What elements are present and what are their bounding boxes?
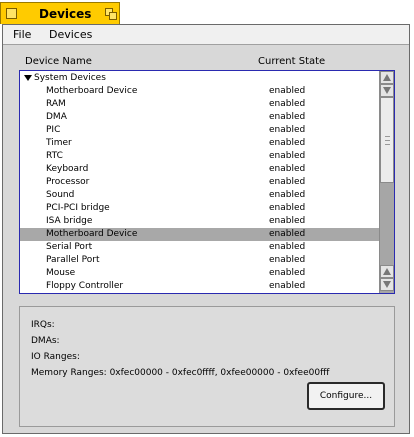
menu-bar: File Devices [3,25,409,45]
device-name: Sound [46,190,75,200]
device-state: enabled [269,138,306,148]
device-name: Timer [46,138,72,148]
device-name: RAM [46,99,66,109]
scroll-up-button[interactable] [380,71,394,84]
zoom-box-icon[interactable] [105,8,117,20]
expand-triangle-icon[interactable] [24,75,32,81]
device-name: Motherboard Device [46,86,138,96]
device-row[interactable]: RAM enabled [20,98,379,111]
scroll-thumb[interactable] [380,97,394,183]
window-title: Devices [39,7,92,21]
device-state: enabled [269,151,306,161]
menu-devices[interactable]: Devices [49,28,92,41]
io-ranges-label: IO Ranges: [31,352,80,362]
devices-window: File Devices Device Name Current State S… [2,24,410,434]
scroll-down-button-top[interactable] [380,84,394,97]
device-name: Processor [46,177,90,187]
device-row[interactable]: Serial Port enabled [20,241,379,254]
device-list[interactable]: System Devices Motherboard Device enabled… [19,70,395,294]
device-state: enabled [269,203,306,213]
device-state: enabled [269,242,306,252]
device-name: Parallel Port [46,255,100,265]
device-name: Serial Port [46,242,93,252]
device-state: enabled [269,112,306,122]
column-header-device-name[interactable]: Device Name [25,56,92,67]
close-box-icon[interactable] [6,8,17,19]
device-name: ISA bridge [46,216,93,226]
device-state: enabled [269,281,306,291]
device-row[interactable]: Processor enabled [20,176,379,189]
device-state: enabled [269,164,306,174]
vertical-scrollbar[interactable] [379,71,394,293]
device-name: Motherboard Device [46,229,138,239]
scroll-up-button-bottom[interactable] [380,265,394,278]
device-state: enabled [269,99,306,109]
irqs-label: IRQs: [31,320,55,330]
device-row[interactable]: RTC enabled [20,150,379,163]
menu-file[interactable]: File [13,28,31,41]
device-state: enabled [269,177,306,187]
device-name: Mouse [46,268,76,278]
window-title-tab[interactable]: Devices [0,2,120,24]
device-row[interactable]: Motherboard Device enabled [20,228,379,241]
device-name: RTC [46,151,63,161]
memory-ranges-label: Memory Ranges: 0xfec00000 - 0xfec0ffff, … [31,368,330,378]
device-state: enabled [269,86,306,96]
device-row[interactable]: ISA bridge enabled [20,215,379,228]
scroll-down-button[interactable] [380,278,394,291]
device-list-rows: System Devices Motherboard Device enabled… [20,72,379,292]
device-details-panel: IRQs: DMAs: IO Ranges: Memory Ranges: 0x… [19,306,395,427]
device-state: enabled [269,268,306,278]
device-state: enabled [269,190,306,200]
device-row[interactable]: PCI-PCI bridge enabled [20,202,379,215]
device-state: enabled [269,229,306,239]
device-state: enabled [269,125,306,135]
device-row[interactable]: DMA enabled [20,111,379,124]
device-name: PCI-PCI bridge [46,203,110,213]
device-row[interactable]: Floppy Controller enabled [20,280,379,292]
device-name: PIC [46,125,61,135]
device-name: Keyboard [46,164,89,174]
group-row-system-devices[interactable]: System Devices [20,72,379,85]
scroll-down-arrow-icon [383,281,391,288]
group-label: System Devices [34,73,106,83]
device-state: enabled [269,216,306,226]
configure-button[interactable]: Configure... [307,382,385,410]
device-row[interactable]: Motherboard Device enabled [20,85,379,98]
dmas-label: DMAs: [31,336,60,346]
scroll-up-arrow-icon [383,74,391,81]
scroll-down-arrow-icon [383,87,391,94]
device-row[interactable]: Sound enabled [20,189,379,202]
device-name: Floppy Controller [46,281,124,291]
device-row[interactable]: Timer enabled [20,137,379,150]
device-row[interactable]: Mouse enabled [20,267,379,280]
device-row[interactable]: PIC enabled [20,124,379,137]
device-row[interactable]: Keyboard enabled [20,163,379,176]
device-state: enabled [269,255,306,265]
scroll-up-arrow-icon [383,268,391,275]
device-row[interactable]: Parallel Port enabled [20,254,379,267]
column-header-current-state[interactable]: Current State [258,56,325,67]
device-name: DMA [46,112,67,122]
